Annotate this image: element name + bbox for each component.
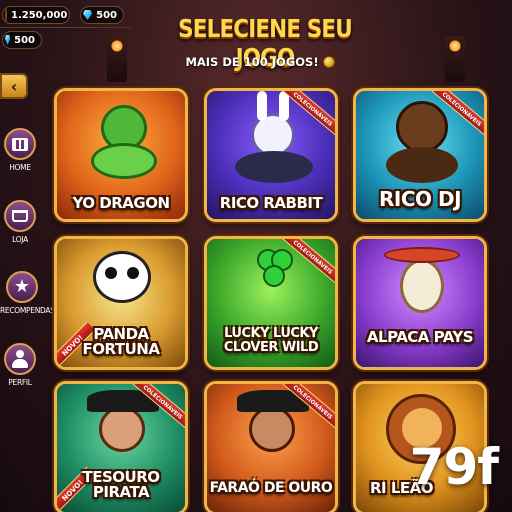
sidebar-item-perfil[interactable]: PERFIL — [0, 343, 40, 387]
coin-icon — [5, 8, 7, 22]
sidebar-item-label: RECOMPENDAS — [0, 306, 55, 315]
game-title: LUCKY LUCKY CLOVER WILD — [223, 326, 319, 355]
game-card-panda-fortuna[interactable]: NOVO! PANDA FORTUNA — [54, 236, 188, 370]
chevron-left-icon: ‹ — [10, 76, 18, 96]
game-title: RICO DJ — [378, 187, 462, 211]
coin-icon — [322, 56, 335, 68]
pirate-icon — [99, 406, 145, 452]
home-grid-icon — [12, 137, 28, 151]
sidebar-item-recompensas[interactable]: ★ RECOMPENDAS — [0, 271, 55, 315]
sombrero-icon — [384, 247, 460, 263]
decor-lamp-right — [445, 36, 465, 82]
panda-icon — [93, 251, 151, 303]
game-card-tesouro-pirata[interactable]: COLECIONÁVEIS NOVO! TESOURO PIRATA — [54, 381, 188, 512]
sidebar-button-home[interactable] — [4, 128, 36, 160]
gem-icon — [83, 10, 93, 20]
game-title: ALPACA PAYS — [366, 328, 474, 346]
game-card-rico-dj[interactable]: COLECIONÁVEIS RICO DJ — [353, 88, 487, 222]
alpaca-icon — [400, 259, 444, 313]
gem-icon — [5, 35, 11, 45]
back-button[interactable]: ‹ — [0, 73, 28, 99]
game-art-alpaca — [356, 239, 484, 367]
game-card-yo-dragon[interactable]: YO DRAGON — [54, 88, 188, 222]
user-icon — [12, 350, 28, 368]
game-title: TESOURO PIRATA — [82, 468, 160, 501]
rabbit-ear — [257, 91, 267, 121]
game-title: RICO RABBIT — [219, 194, 323, 212]
game-card-lucky-clover-wild[interactable]: COLECIONÁVEIS LUCKY LUCKY CLOVER WILD — [204, 236, 338, 370]
page-subtitle: MAIS DE 100 JOGOS! — [150, 55, 370, 69]
subtitle-text: MAIS DE 100 JOGOS! — [185, 55, 319, 69]
sidebar-button-perfil[interactable] — [4, 343, 36, 375]
watermark-text: 79f — [409, 438, 499, 496]
coins-value: 1.250,000 — [11, 9, 68, 21]
clover-leaf — [263, 265, 285, 287]
monkey-body — [386, 147, 458, 183]
header-divider — [0, 27, 130, 28]
sidebar-item-label: LOJA — [12, 235, 28, 244]
game-card-alpaca-pays[interactable]: ALPACA PAYS — [353, 236, 487, 370]
dragon-body — [91, 143, 157, 179]
game-title: FARAÓ DE OURO — [209, 480, 333, 496]
dj-deck — [235, 151, 313, 183]
sidebar-button-loja[interactable] — [4, 200, 36, 232]
panda-eye — [127, 267, 139, 279]
monkey-icon — [396, 101, 448, 153]
panda-eye — [105, 267, 117, 279]
star-icon: ★ — [13, 276, 31, 297]
gems-balance[interactable]: 500 — [80, 6, 124, 24]
game-title: PANDA FORTUNA — [82, 325, 160, 358]
game-title: YO DRAGON — [72, 194, 170, 212]
gems-balance-secondary[interactable]: 500 — [2, 31, 42, 49]
game-card-farao-de-ouro[interactable]: COLECIONÁVEIS FARAÓ DE OURO — [204, 381, 338, 512]
sidebar-item-home[interactable]: HOME — [0, 128, 40, 172]
sidebar-item-label: PERFIL — [8, 378, 32, 387]
cart-icon — [12, 210, 28, 222]
gems2-value: 500 — [14, 34, 35, 46]
decor-lamp-left — [107, 36, 127, 82]
sidebar-button-recompensas[interactable]: ★ — [6, 271, 38, 303]
sidebar-item-loja[interactable]: LOJA — [0, 200, 40, 244]
gems-value: 500 — [96, 9, 117, 21]
sidebar-item-label: HOME — [9, 163, 31, 172]
game-card-rico-rabbit[interactable]: COLECIONÁVEIS RICO RABBIT — [204, 88, 338, 222]
captain-icon — [249, 406, 295, 452]
coins-balance[interactable]: 1.250,000 — [2, 6, 70, 24]
